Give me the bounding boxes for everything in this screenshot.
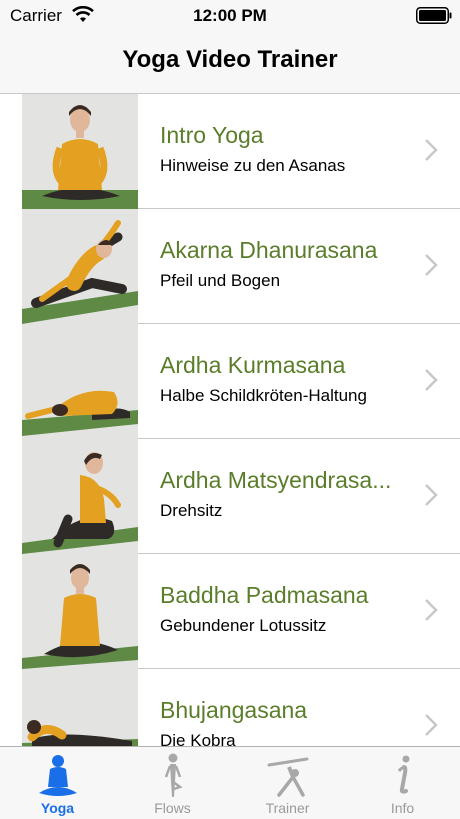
row-subtitle: Drehsitz bbox=[160, 501, 223, 520]
row-subtitle: Pfeil und Bogen bbox=[160, 271, 281, 290]
tab-label: Flows bbox=[154, 800, 191, 816]
triangle-pose-icon bbox=[267, 757, 309, 797]
navigation-bar: Yoga Video Trainer bbox=[0, 32, 460, 94]
row-title: Bhujangasana bbox=[160, 697, 308, 723]
yoga-bound-lotus-photo bbox=[22, 554, 138, 669]
chevron-right-icon bbox=[425, 254, 438, 276]
tab-yoga[interactable]: Yoga bbox=[0, 747, 115, 819]
chevron-right-icon bbox=[425, 599, 438, 621]
battery-icon bbox=[416, 7, 452, 24]
status-bar: Carrier 12:00 PM bbox=[0, 0, 460, 32]
page-title: Yoga Video Trainer bbox=[122, 46, 338, 73]
row-title: Ardha Matsyendrasa... bbox=[160, 467, 392, 493]
info-icon bbox=[397, 755, 410, 794]
tab-info[interactable]: Info bbox=[345, 747, 460, 819]
row-title: Baddha Padmasana bbox=[160, 582, 369, 608]
row-title: Akarna Dhanurasana bbox=[160, 237, 378, 263]
row-subtitle: Die Kobra bbox=[160, 731, 236, 746]
row-subtitle: Hinweise zu den Asanas bbox=[160, 156, 346, 175]
clock: 12:00 PM bbox=[193, 6, 267, 25]
meditation-icon bbox=[39, 755, 77, 796]
list-item[interactable]: Intro Yoga Hinweise zu den Asanas bbox=[0, 94, 460, 209]
list-item[interactable]: Akarna Dhanurasana Pfeil und Bogen bbox=[0, 209, 460, 324]
row-title: Intro Yoga bbox=[160, 122, 264, 148]
tab-flows[interactable]: Flows bbox=[115, 747, 230, 819]
yoga-half-tortoise-pose-photo bbox=[22, 324, 138, 439]
tab-label: Info bbox=[390, 800, 415, 816]
tab-label: Trainer bbox=[265, 800, 310, 816]
row-subtitle: Gebundener Lotussitz bbox=[160, 616, 327, 635]
list-item[interactable]: Ardha Kurmasana Halbe Schildkröten-Haltu… bbox=[0, 324, 460, 439]
list-item[interactable]: Baddha Padmasana Gebundener Lotussitz bbox=[0, 554, 460, 669]
yoga-cobra-pose-photo bbox=[22, 669, 138, 746]
tab-trainer[interactable]: Trainer bbox=[230, 747, 345, 819]
asana-list[interactable]: Intro Yoga Hinweise zu den Asanas Akarna… bbox=[0, 94, 460, 746]
chevron-right-icon bbox=[425, 139, 438, 161]
chevron-right-icon bbox=[425, 714, 438, 736]
yoga-bow-and-arrow-pose-photo bbox=[22, 209, 138, 324]
row-title: Ardha Kurmasana bbox=[160, 352, 346, 378]
list-item[interactable]: Ardha Matsyendrasa... Drehsitz bbox=[0, 439, 460, 554]
standing-figure-icon bbox=[164, 753, 183, 797]
list-item[interactable]: Bhujangasana Die Kobra bbox=[0, 669, 460, 746]
chevron-right-icon bbox=[425, 484, 438, 506]
tab-bar: Yoga Flows Trainer Info bbox=[0, 746, 460, 819]
tab-label: Yoga bbox=[40, 800, 75, 816]
chevron-right-icon bbox=[425, 369, 438, 391]
yoga-seated-twist-photo bbox=[22, 439, 138, 554]
yoga-seated-pose-photo bbox=[22, 94, 138, 209]
row-subtitle: Halbe Schildkröten-Haltung bbox=[160, 386, 367, 405]
